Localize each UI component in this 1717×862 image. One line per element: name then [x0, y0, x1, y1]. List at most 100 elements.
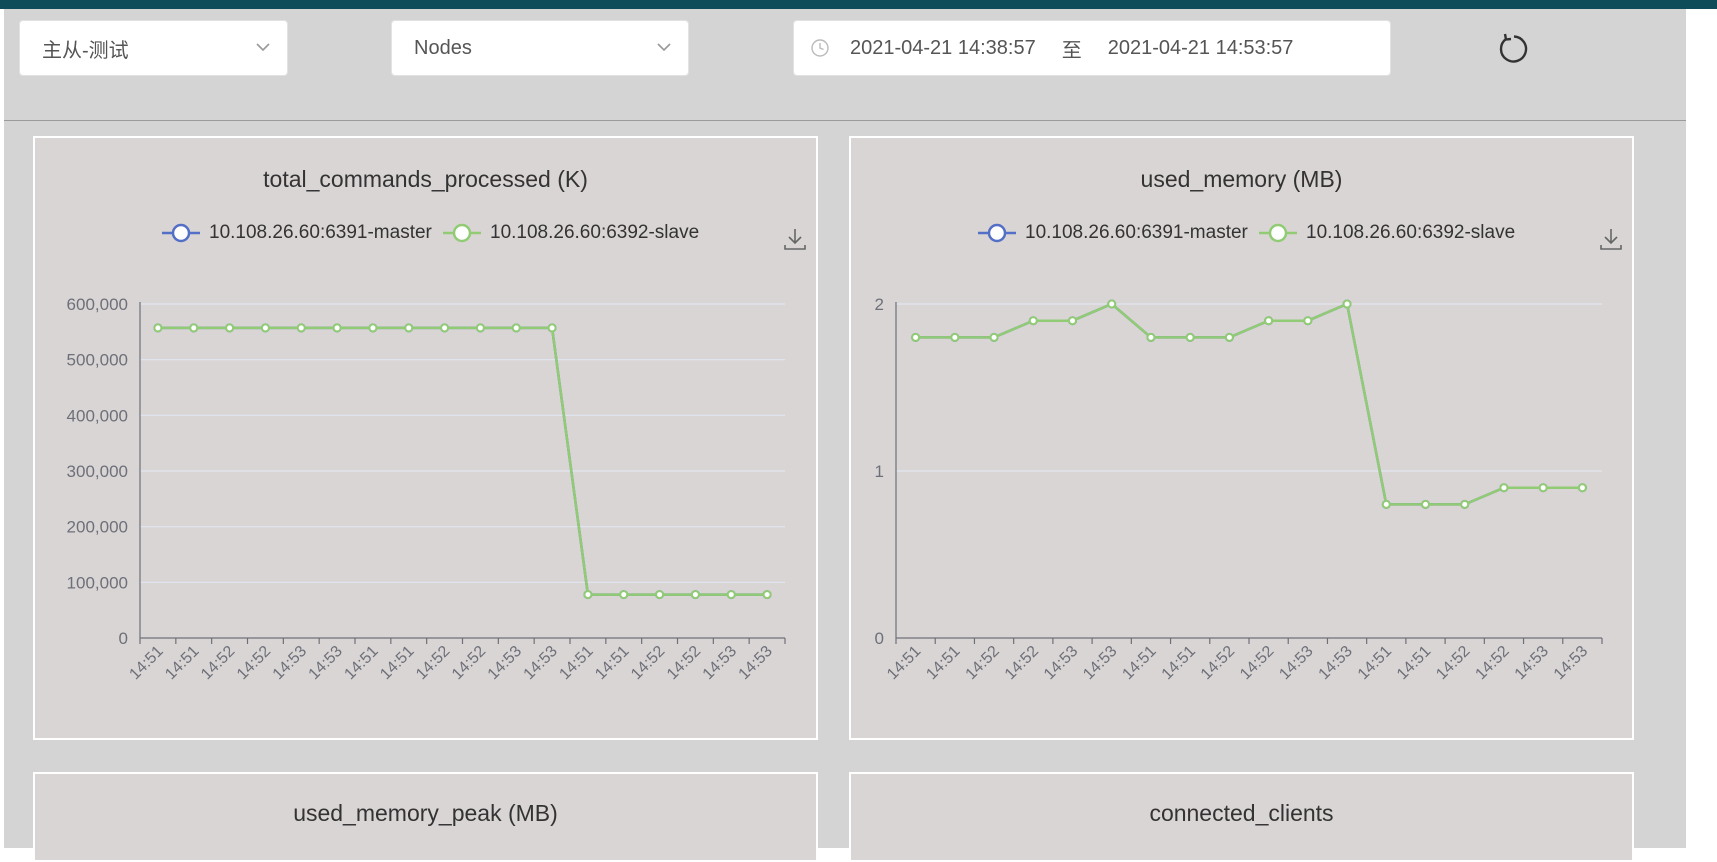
data-point [225, 323, 235, 333]
refresh-icon[interactable] [1496, 31, 1532, 67]
data-point [153, 323, 163, 333]
cluster-select-value: 主从-测试 [42, 39, 129, 62]
data-point [1460, 499, 1470, 509]
chart-plot: 01214:5114:5114:5214:5214:5314:5314:5114… [875, 295, 1603, 683]
chart-card-connected-clients: connected_clients [849, 772, 1634, 862]
y-tick-label: 200,000 [67, 518, 128, 537]
x-tick-label: 14:53 [1276, 643, 1316, 683]
data-point [475, 323, 485, 333]
x-tick-label: 14:52 [1002, 643, 1042, 683]
x-tick-label: 14:53 [1316, 643, 1356, 683]
y-tick-label: 0 [875, 629, 884, 648]
x-tick-label: 14:52 [664, 643, 704, 683]
x-tick-label: 14:53 [1551, 643, 1591, 683]
x-tick-label: 14:51 [126, 643, 166, 683]
y-tick-label: 300,000 [67, 462, 128, 481]
data-point [619, 590, 629, 600]
y-tick-label: 400,000 [67, 406, 128, 425]
chevron-down-icon [657, 43, 671, 52]
data-point [511, 323, 521, 333]
data-point [1381, 499, 1391, 509]
x-tick-label: 14:53 [270, 643, 310, 683]
x-tick-label: 14:52 [449, 643, 489, 683]
chart-title: used_memory_peak (MB) [293, 800, 558, 826]
x-tick-label: 14:52 [1198, 643, 1238, 683]
x-tick-label: 14:51 [1159, 643, 1199, 683]
x-tick-label: 14:51 [1355, 643, 1395, 683]
node-type-select[interactable]: Nodes [391, 20, 689, 76]
series-line-master [915, 302, 1583, 506]
data-point [1303, 316, 1313, 326]
x-tick-label: 14:51 [1119, 643, 1159, 683]
time-end-input[interactable]: 2021-04-21 14:53:57 [1108, 37, 1294, 60]
data-point [950, 332, 960, 342]
data-point [762, 590, 772, 600]
data-point [583, 590, 593, 600]
data-point [911, 332, 921, 342]
data-point [1185, 332, 1195, 342]
data-point [1146, 332, 1156, 342]
data-point [547, 323, 557, 333]
data-point [440, 323, 450, 333]
time-start-input[interactable]: 2021-04-21 14:38:57 [850, 37, 1036, 60]
y-tick-label: 500,000 [67, 351, 128, 370]
y-tick-label: 600,000 [67, 295, 128, 314]
data-point [1264, 316, 1274, 326]
y-tick-label: 0 [119, 629, 128, 648]
x-tick-label: 14:53 [306, 643, 346, 683]
data-point [1342, 299, 1352, 309]
time-range-separator: 至 [1061, 39, 1082, 62]
x-tick-label: 14:52 [628, 643, 668, 683]
data-point [1538, 483, 1548, 493]
cluster-select[interactable]: 主从-测试 [19, 20, 288, 76]
x-tick-label: 14:53 [700, 643, 740, 683]
x-tick-label: 14:52 [234, 643, 274, 683]
data-point [1224, 332, 1234, 342]
x-tick-label: 14:51 [923, 643, 963, 683]
x-tick-label: 14:51 [162, 643, 202, 683]
clock-icon [811, 39, 829, 57]
x-tick-label: 14:52 [1472, 643, 1512, 683]
x-tick-label: 14:52 [963, 643, 1003, 683]
data-point [189, 323, 199, 333]
x-tick-label: 14:53 [521, 643, 561, 683]
chart-card-commands: total_commands_processed (K) 10.108.26.6… [33, 136, 818, 740]
data-point [332, 323, 342, 333]
chart-card-used-memory: used_memory (MB) 10.108.26.60:6391-maste… [849, 136, 1634, 740]
x-tick-label: 14:51 [592, 643, 632, 683]
data-point [1499, 483, 1509, 493]
node-type-select-value: Nodes [414, 36, 472, 59]
time-range-picker[interactable]: 2021-04-21 14:38:57 至 2021-04-21 14:53:5… [793, 20, 1391, 76]
data-point [1421, 499, 1430, 509]
top-bar [0, 0, 1717, 9]
chart-card-used-memory-peak: used_memory_peak (MB) [33, 772, 818, 862]
x-tick-label: 14:52 [1237, 643, 1277, 683]
data-point [296, 323, 306, 333]
x-tick-label: 14:53 [1080, 643, 1120, 683]
chart-plot: 0 100,000 200,000 300,000 400,000 500,000 600,… [67, 295, 786, 683]
series-line-slave [157, 326, 768, 596]
x-tick-label: 14:52 [198, 643, 238, 683]
data-point [1068, 316, 1077, 326]
data-point [690, 590, 700, 600]
series-line-master [157, 326, 768, 596]
data-point [726, 590, 736, 600]
chevron-down-icon [256, 43, 270, 52]
data-point [655, 590, 665, 600]
data-point [260, 323, 270, 333]
x-tick-label: 14:51 [341, 643, 381, 683]
x-tick-label: 14:51 [377, 643, 417, 683]
x-tick-label: 14:53 [736, 643, 776, 683]
x-tick-label: 14:52 [413, 643, 453, 683]
y-tick-label: 1 [875, 462, 884, 481]
x-tick-label: 14:53 [1041, 643, 1081, 683]
y-tick-label: 100,000 [67, 573, 128, 592]
x-tick-label: 14:52 [1433, 643, 1473, 683]
x-tick-label: 14:51 [884, 643, 924, 683]
x-tick-label: 14:51 [556, 643, 596, 683]
series-line-slave [915, 302, 1583, 506]
x-tick-label: 14:53 [485, 643, 525, 683]
data-point [404, 323, 414, 333]
y-tick-label: 2 [875, 295, 884, 314]
x-tick-label: 14:51 [1394, 643, 1434, 683]
